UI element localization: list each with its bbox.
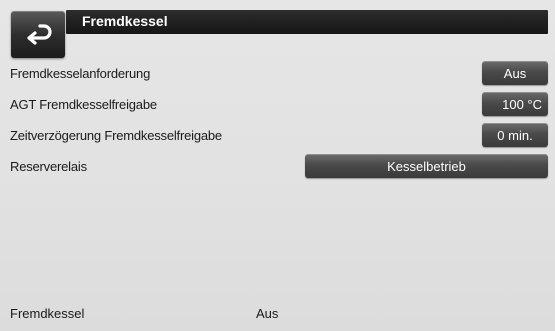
fremdkesselanforderung-button[interactable]: Aus	[482, 61, 548, 85]
setting-label-reserverelais: Reserverelais	[10, 159, 87, 174]
title-bar: Fremdkessel	[66, 10, 548, 34]
zeitverzoegerung-button[interactable]: 0 min.	[482, 123, 548, 147]
status-value: Aus	[256, 306, 279, 321]
page-title: Fremdkessel	[82, 13, 168, 29]
status-label: Fremdkessel	[10, 306, 85, 321]
back-button[interactable]	[11, 11, 65, 58]
reserverelais-button[interactable]: Kesselbetrieb	[305, 154, 548, 178]
screen: Fremdkessel Fremdkesselanforderung Aus A…	[0, 0, 555, 331]
setting-label-agt-fremdkesselfreigabe: AGT Fremdkesselfreigabe	[10, 97, 157, 112]
agt-fremdkesselfreigabe-button[interactable]: 100 °C	[482, 92, 548, 116]
setting-label-fremdkesselanforderung: Fremdkesselanforderung	[10, 66, 151, 81]
setting-label-zeitverzoegerung: Zeitverzögerung Fremdkesselfreigabe	[10, 128, 222, 143]
return-arrow-icon	[23, 23, 53, 47]
